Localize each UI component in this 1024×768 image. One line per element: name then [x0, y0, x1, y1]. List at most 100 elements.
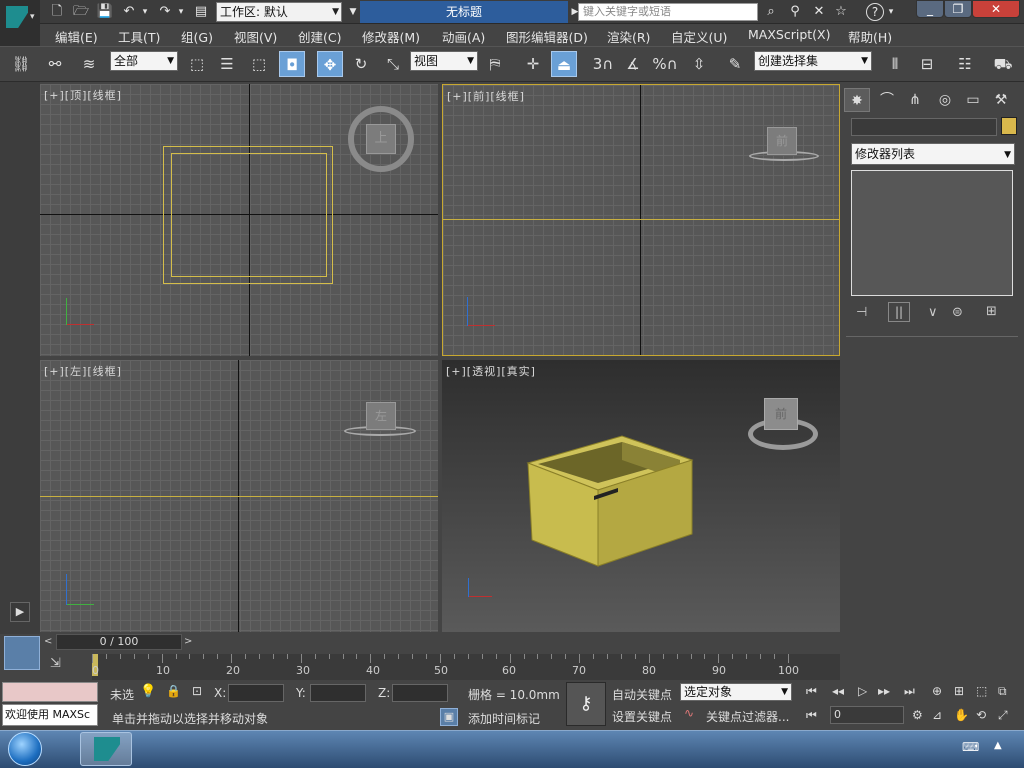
keyboard-shortcut-override-icon[interactable]: ⏏: [551, 51, 577, 77]
time-tag-icon[interactable]: ▣: [440, 708, 458, 726]
show-end-result-icon[interactable]: ||: [888, 302, 910, 322]
save-file-icon[interactable]: 💾: [96, 3, 114, 21]
menu-create[interactable]: 创建(C): [298, 27, 341, 46]
pin-stack-icon[interactable]: ⊣: [856, 305, 867, 320]
z-coordinate-field[interactable]: [392, 684, 448, 702]
set-key-icon[interactable]: ⚷: [566, 682, 606, 726]
go-to-end-icon[interactable]: ⏭: [904, 684, 915, 699]
menu-animation[interactable]: 动画(A): [442, 27, 485, 46]
pivot-center-icon[interactable]: ⛿: [482, 51, 508, 77]
unlink-icon[interactable]: ⚯: [42, 51, 68, 77]
help-dropdown-icon[interactable]: ▾: [886, 3, 896, 21]
display-tab-icon[interactable]: ▭: [960, 88, 986, 112]
select-object-icon[interactable]: ⬚: [184, 51, 210, 77]
key-mode-dropdown[interactable]: 选定对象 ▼: [680, 683, 792, 701]
select-and-move-icon[interactable]: ✥: [317, 51, 343, 77]
rectangular-selection-icon[interactable]: ⬚: [246, 51, 272, 77]
close-button[interactable]: ✕: [972, 0, 1020, 18]
menu-group[interactable]: 组(G): [181, 27, 213, 46]
maximize-button[interactable]: ❐: [944, 0, 972, 18]
select-and-rotate-icon[interactable]: ↻: [348, 51, 374, 77]
field-of-view-icon[interactable]: ⊿: [932, 708, 942, 722]
object-color-swatch[interactable]: [1001, 117, 1017, 135]
auto-key-button[interactable]: 自动关键点: [612, 686, 672, 703]
viewport-left-label[interactable]: [+][左][线框]: [44, 363, 122, 379]
create-tab-icon[interactable]: ✸: [844, 88, 870, 112]
viewcube[interactable]: 前: [764, 398, 798, 430]
minimize-button[interactable]: _: [916, 0, 944, 18]
maxscript-listener-white[interactable]: 欢迎使用 MAXSc: [2, 704, 98, 726]
exchange-icon[interactable]: ✕: [810, 3, 828, 21]
menu-tools[interactable]: 工具(T): [118, 27, 160, 46]
project-folder-icon[interactable]: ▤: [192, 3, 210, 21]
menu-customize[interactable]: 自定义(U): [671, 27, 727, 46]
key-filters-button[interactable]: 关键点过滤器...: [706, 708, 789, 725]
app-menu-button[interactable]: ▾: [0, 0, 40, 46]
mini-curve-editor-icon[interactable]: ⇲: [50, 656, 61, 671]
angle-snap-icon[interactable]: ∡: [620, 51, 646, 77]
object-name-field[interactable]: [851, 118, 997, 136]
menu-help[interactable]: 帮助(H): [848, 27, 892, 46]
mirror-icon[interactable]: ⫴: [882, 51, 908, 77]
viewcube[interactable]: 上: [366, 124, 396, 154]
viewport-perspective-label[interactable]: [+][透视][真实]: [446, 363, 536, 379]
utilities-tab-icon[interactable]: ⚒: [988, 88, 1014, 112]
remove-modifier-icon[interactable]: ⊜: [952, 305, 963, 320]
percent-snap-icon[interactable]: %∩: [652, 51, 678, 77]
track-bar[interactable]: 0 10 20 30 40 50 60 70 80 90 100: [92, 654, 840, 680]
select-by-name-icon[interactable]: ☰: [214, 51, 240, 77]
binoculars-icon[interactable]: ⌕: [762, 3, 780, 21]
viewcube[interactable]: 左: [366, 402, 396, 430]
modify-tab-icon[interactable]: ⌒: [874, 88, 900, 112]
viewport-front[interactable]: [+][前][线框] 前: [442, 84, 840, 356]
menu-views[interactable]: 视图(V): [234, 27, 277, 46]
hierarchy-tab-icon[interactable]: ⋔: [902, 88, 928, 112]
favorites-star-icon[interactable]: ☆: [832, 3, 850, 21]
menu-modifiers[interactable]: 修改器(M): [362, 27, 420, 46]
redo-dropdown-icon[interactable]: ▾: [176, 3, 186, 21]
undo-dropdown-icon[interactable]: ▾: [140, 3, 150, 21]
viewport-top[interactable]: [+][顶][线框] 上: [40, 84, 438, 356]
previous-frame-icon[interactable]: ◂◂: [832, 684, 844, 698]
time-configuration-icon[interactable]: ⚙: [912, 708, 923, 722]
viewport-front-label[interactable]: [+][前][线框]: [447, 88, 525, 104]
absolute-mode-icon[interactable]: ⊡: [192, 684, 202, 698]
y-coordinate-field[interactable]: [310, 684, 366, 702]
window-crossing-icon[interactable]: ◘: [279, 51, 305, 77]
orbit-icon[interactable]: ⟲: [976, 708, 986, 722]
maxscript-listener-pink[interactable]: [2, 682, 98, 702]
menu-rendering[interactable]: 渲染(R): [607, 27, 650, 46]
tray-expand-icon[interactable]: ▲: [994, 740, 1002, 751]
pan-view-icon[interactable]: ✋: [954, 708, 969, 722]
menu-graph-editors[interactable]: 图形编辑器(D): [506, 27, 588, 46]
reference-coordinate-dropdown[interactable]: 视图 ▼: [410, 51, 478, 71]
workspace-selector[interactable]: 工作区: 默认 ▼: [216, 2, 342, 22]
open-file-icon[interactable]: 🗁: [72, 3, 90, 21]
snap-toggle-icon[interactable]: 3∩: [590, 51, 616, 77]
next-frame-icon[interactable]: ▸▸: [878, 684, 890, 698]
add-time-tag[interactable]: 添加时间标记: [468, 710, 540, 727]
isolate-selection-icon[interactable]: 💡: [140, 684, 156, 699]
current-frame-field[interactable]: 0: [830, 706, 904, 724]
viewport-perspective[interactable]: [+][透视][真实] 前: [442, 360, 840, 632]
play-icon[interactable]: ▷: [858, 684, 867, 698]
selection-lock-icon[interactable]: 🔒: [166, 684, 181, 698]
key-icon[interactable]: ⚲: [786, 3, 804, 21]
zoom-extents-icon[interactable]: ⬚: [976, 684, 987, 698]
keyboard-icon[interactable]: ⌨: [962, 740, 979, 754]
zoom-icon[interactable]: ⊕: [932, 684, 942, 698]
modifier-stack[interactable]: [851, 170, 1013, 296]
layer-manager-icon[interactable]: ☷: [952, 51, 978, 77]
help-icon[interactable]: ?: [866, 3, 884, 21]
manipulate-icon[interactable]: ✛: [520, 51, 546, 77]
viewport-layout-icon[interactable]: [4, 636, 40, 670]
taskbar-app-3dsmax[interactable]: [80, 732, 132, 766]
align-icon[interactable]: ⊟: [914, 51, 940, 77]
configure-modifier-sets-icon[interactable]: ⊞: [986, 304, 997, 319]
time-slider[interactable]: 0 / 100: [56, 634, 182, 650]
motion-tab-icon[interactable]: ◎: [932, 88, 958, 112]
modifier-list-dropdown[interactable]: 修改器列表 ▼: [851, 143, 1015, 165]
new-file-icon[interactable]: 🗋: [48, 3, 66, 21]
undo-icon[interactable]: ↶: [120, 3, 138, 21]
x-coordinate-field[interactable]: [228, 684, 284, 702]
